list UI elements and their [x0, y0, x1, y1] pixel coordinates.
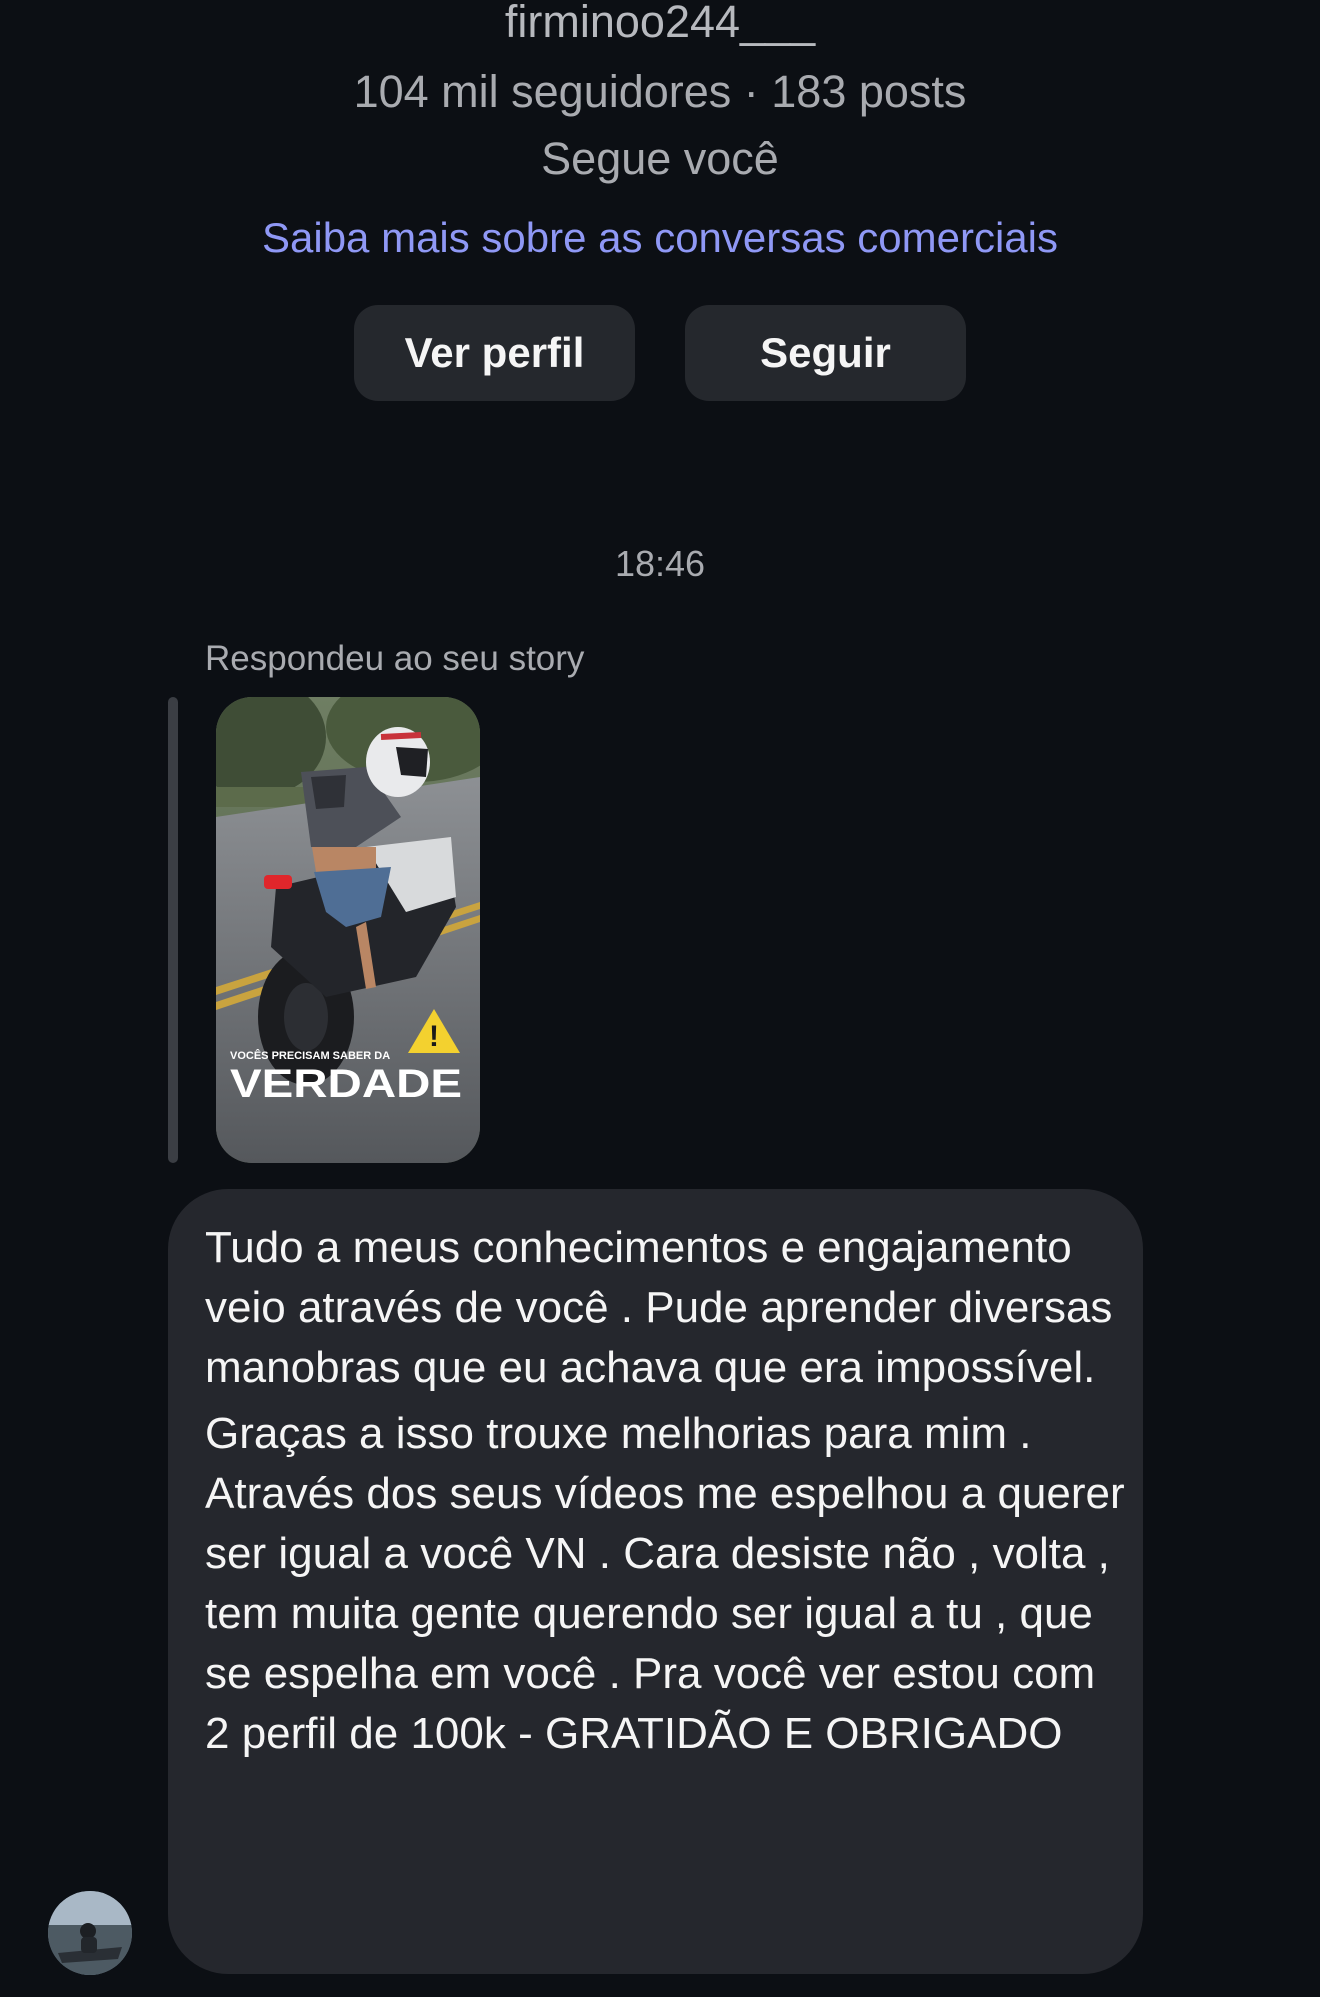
story-image: ! VOCÊS PRECISAM SABER DA VERDADE [216, 697, 480, 1163]
business-chats-link[interactable]: Saiba mais sobre as conversas comerciais [0, 212, 1320, 264]
profile-stats: 104 mil seguidores · 183 posts [353, 66, 967, 117]
view-profile-button[interactable]: Ver perfil [354, 305, 635, 401]
story-overlay-small-text: VOCÊS PRECISAM SABER DA [230, 1049, 390, 1062]
reply-quote-bar [168, 697, 178, 1163]
warning-symbol: ! [429, 1020, 439, 1053]
story-overlay-title: VERDADE [230, 1062, 462, 1106]
story-reply-label: Respondeu ao seu story [205, 639, 585, 678]
story-thumbnail[interactable]: ! VOCÊS PRECISAM SABER DA VERDADE [216, 697, 480, 1163]
message-timestamp: 18:46 [614, 543, 706, 584]
message-paragraph: Graças a isso trouxe melhorias para mim … [205, 1409, 1125, 1758]
profile-username: firminoo244___ [504, 0, 816, 47]
follow-button[interactable]: Seguir [685, 305, 966, 401]
follows-you-label: Segue você [541, 133, 779, 184]
message-bubble: Tudo a meus conhecimentos e engajamento … [168, 1189, 1143, 1974]
avatar-image [48, 1891, 132, 1975]
message-paragraph: Tudo a meus conhecimentos e engajamento … [205, 1223, 1113, 1392]
avatar[interactable] [48, 1891, 132, 1975]
message-text: Tudo a meus conhecimentos e engajamento … [205, 1218, 1125, 1764]
